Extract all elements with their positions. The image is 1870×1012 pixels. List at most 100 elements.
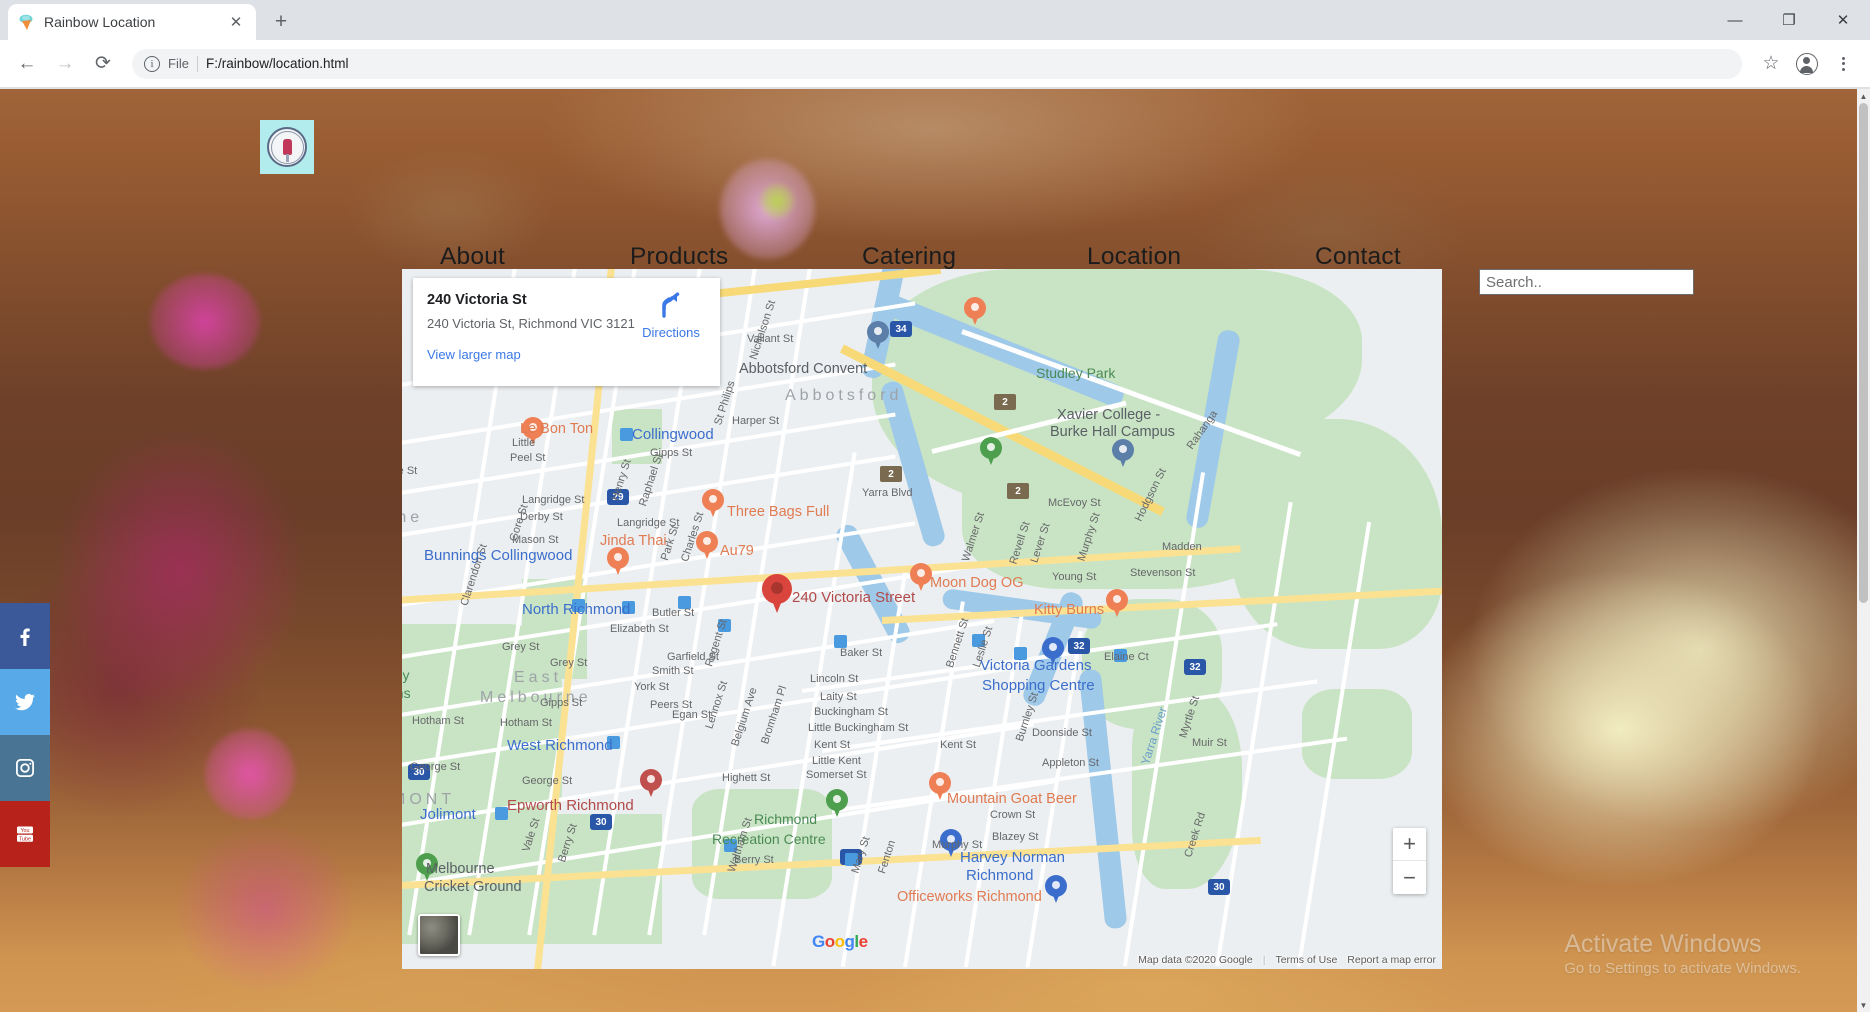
map-label: York St xyxy=(634,681,670,693)
google-logo: Google xyxy=(812,932,868,952)
map-label: Officeworks Richmond xyxy=(897,889,1042,905)
map-poi-pin[interactable] xyxy=(1112,439,1134,469)
map-label: Somerset St xyxy=(806,769,867,781)
map-label: West Richmond xyxy=(507,737,613,754)
directions-button[interactable]: Directions xyxy=(632,292,710,340)
browser-tab[interactable]: Rainbow Location ✕ xyxy=(8,4,256,40)
map-label: Studley Park xyxy=(1036,365,1116,381)
route-shield: 30 xyxy=(590,814,612,830)
map-poi-pin[interactable] xyxy=(980,437,1002,467)
map-label: Recreation Centre xyxy=(712,831,826,847)
back-icon[interactable]: ← xyxy=(10,47,44,81)
social-link-youtube[interactable]: You Tube xyxy=(0,801,50,867)
social-link-twitter[interactable] xyxy=(0,669,50,735)
map-label: Crown St xyxy=(990,809,1036,821)
map-label: Laity St xyxy=(820,691,857,703)
map-poi-pin[interactable] xyxy=(1045,875,1067,905)
reload-icon[interactable]: ⟳ xyxy=(86,47,120,81)
three-dot-menu-icon[interactable] xyxy=(1826,47,1860,81)
browser-titlebar: Rainbow Location ✕ + — ❐ ✕ xyxy=(0,0,1870,40)
browser-window: Rainbow Location ✕ + — ❐ ✕ ← → ⟳ i File … xyxy=(0,0,1870,1012)
map-label: Berry St xyxy=(734,854,774,866)
map-label: Butler St xyxy=(652,607,695,619)
map-label: Au79 xyxy=(720,543,754,559)
scroll-down-arrow[interactable]: ▼ xyxy=(1857,998,1870,1012)
map-poi-pin[interactable] xyxy=(964,297,986,327)
map-label: Young St xyxy=(1052,571,1097,583)
map-label: Mason St xyxy=(512,534,559,546)
page-viewport: About Products Catering Location Contact xyxy=(0,89,1857,1012)
bookmark-star-icon[interactable]: ☆ xyxy=(1754,47,1788,81)
route-shield: 32 xyxy=(1184,659,1206,675)
map-label: George St xyxy=(410,761,461,773)
nav-item-about[interactable]: About xyxy=(440,243,505,271)
map-address-marker[interactable] xyxy=(762,574,792,616)
site-info-icon[interactable]: i xyxy=(144,55,160,72)
social-link-facebook[interactable] xyxy=(0,603,50,669)
nav-item-contact[interactable]: Contact xyxy=(1315,243,1401,271)
zoom-out-button[interactable]: − xyxy=(1393,861,1426,894)
address-bar[interactable]: i File F:/rainbow/location.html xyxy=(132,48,1742,79)
social-link-instagram[interactable] xyxy=(0,735,50,801)
map-label: Little Buckingham St xyxy=(808,722,909,734)
map-label: Muir St xyxy=(1192,737,1227,749)
map-attribution: Map data ©2020 Google | Terms of Use Rep… xyxy=(1138,954,1436,966)
terms-of-use-link[interactable]: Terms of Use xyxy=(1275,954,1337,966)
map-label: East xyxy=(514,669,563,686)
map-label: Stevenson St xyxy=(1130,567,1196,579)
new-tab-button[interactable]: + xyxy=(266,7,296,37)
map-label: Elaine Ct xyxy=(1104,651,1149,663)
map-label: Hotham St xyxy=(412,715,464,727)
map-poi-pin[interactable] xyxy=(867,321,889,351)
map-label: 240 Victoria Street xyxy=(792,589,916,606)
map-label: Grey St xyxy=(550,657,588,669)
directions-fork-icon xyxy=(662,292,680,318)
map-label: Little Kent xyxy=(812,755,861,767)
map-label: Madden xyxy=(1162,541,1202,553)
route-shield: 2 xyxy=(1007,483,1029,499)
maximize-icon[interactable]: ❐ xyxy=(1762,0,1816,40)
scroll-up-arrow[interactable]: ▲ xyxy=(1857,89,1870,103)
map-poi-pin[interactable] xyxy=(640,769,662,799)
street-view-thumbnail[interactable] xyxy=(418,914,460,956)
twitter-icon xyxy=(15,693,35,711)
map-label: Jinda Thai xyxy=(600,533,667,549)
nav-item-catering[interactable]: Catering xyxy=(862,243,956,271)
map-label: Collingwood xyxy=(632,426,714,443)
map-label: Appleton St xyxy=(1042,757,1099,769)
map-label: Burke Hall Campus xyxy=(1050,424,1175,440)
map-label: ens xyxy=(402,685,411,701)
route-shield: 2 xyxy=(880,466,902,482)
map-label: Lincoln St xyxy=(810,673,859,685)
forward-icon[interactable]: → xyxy=(48,47,82,81)
scroll-thumb[interactable] xyxy=(1859,103,1868,603)
site-navigation: About Products Catering Location Contact xyxy=(0,89,1857,295)
zoom-in-button[interactable]: + xyxy=(1393,828,1426,861)
nav-item-location[interactable]: Location xyxy=(1087,243,1181,271)
map-poi-pin[interactable] xyxy=(607,547,629,577)
page-scrollbar[interactable]: ▲ ▼ xyxy=(1857,89,1870,1012)
map-label: North Richmond xyxy=(522,601,631,618)
watermark-subtitle: Go to Settings to activate Windows. xyxy=(1564,960,1801,977)
scheme-label: File xyxy=(168,56,189,71)
search-input[interactable] xyxy=(1479,269,1694,295)
map-poi-pin[interactable] xyxy=(826,789,848,819)
map-label: Kent St xyxy=(814,739,851,751)
map-label: Gipps St xyxy=(540,697,583,709)
google-map-embed[interactable]: 34 2 2 2 29 32 32 30 30 30 30 xyxy=(402,269,1442,969)
report-map-error-link[interactable]: Report a map error xyxy=(1347,954,1436,966)
social-sidebar: You Tube xyxy=(0,603,50,867)
minimize-icon[interactable]: — xyxy=(1708,0,1762,40)
map-poi-pin[interactable] xyxy=(1106,589,1128,619)
map-label: Cricket Ground xyxy=(424,879,522,895)
view-larger-map-link[interactable]: View larger map xyxy=(427,347,521,362)
window-controls: — ❐ ✕ xyxy=(1708,0,1870,40)
map-label: George St xyxy=(522,775,573,787)
route-shield: 32 xyxy=(1068,638,1090,654)
window-close-icon[interactable]: ✕ xyxy=(1816,0,1870,40)
map-label: Blazey St xyxy=(992,831,1039,843)
google-logo-letter: o xyxy=(834,932,845,951)
profile-avatar-icon[interactable] xyxy=(1790,47,1824,81)
nav-item-products[interactable]: Products xyxy=(630,243,728,271)
tab-close-icon[interactable]: ✕ xyxy=(226,12,246,32)
